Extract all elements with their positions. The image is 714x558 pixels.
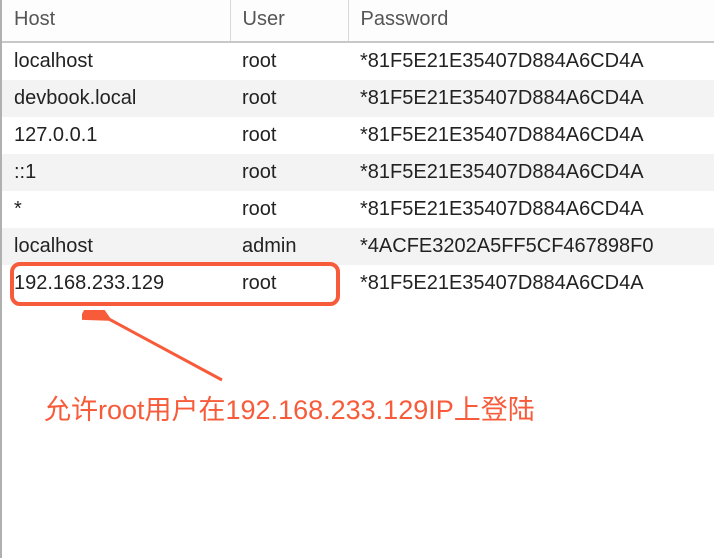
cell-user[interactable]: admin <box>230 228 348 265</box>
table-row[interactable]: localhost root *81F5E21E35407D884A6CD4A <box>2 42 714 80</box>
cell-host[interactable]: localhost <box>2 228 230 265</box>
cell-password[interactable]: *81F5E21E35407D884A6CD4A <box>348 117 714 154</box>
cell-host[interactable]: devbook.local <box>2 80 230 117</box>
cell-host[interactable]: ::1 <box>2 154 230 191</box>
cell-password[interactable]: *81F5E21E35407D884A6CD4A <box>348 154 714 191</box>
cell-user[interactable]: root <box>230 265 348 302</box>
table-header-row: Host User Password <box>2 0 714 42</box>
cell-password[interactable]: *81F5E21E35407D884A6CD4A <box>348 42 714 80</box>
cell-password[interactable]: *81F5E21E35407D884A6CD4A <box>348 265 714 302</box>
cell-user[interactable]: root <box>230 117 348 154</box>
annotation-arrow <box>82 310 242 390</box>
cell-user[interactable]: root <box>230 191 348 228</box>
cell-user[interactable]: root <box>230 42 348 80</box>
table-row[interactable]: localhost admin *4ACFE3202A5FF5CF467898F… <box>2 228 714 265</box>
header-user[interactable]: User <box>230 0 348 42</box>
cell-host[interactable]: 192.168.233.129 <box>2 265 230 302</box>
cell-user[interactable]: root <box>230 154 348 191</box>
table-row[interactable]: * root *81F5E21E35407D884A6CD4A <box>2 191 714 228</box>
table-row[interactable]: devbook.local root *81F5E21E35407D884A6C… <box>2 80 714 117</box>
cell-password[interactable]: *81F5E21E35407D884A6CD4A <box>348 191 714 228</box>
cell-password[interactable]: *4ACFE3202A5FF5CF467898F0 <box>348 228 714 265</box>
annotation-text: 允许root用户在192.168.233.129IP上登陆 <box>44 388 535 427</box>
user-host-table[interactable]: Host User Password localhost root *81F5E… <box>2 0 714 302</box>
table-row[interactable]: 127.0.0.1 root *81F5E21E35407D884A6CD4A <box>2 117 714 154</box>
table-row[interactable]: 192.168.233.129 root *81F5E21E35407D884A… <box>2 265 714 302</box>
cell-host[interactable]: localhost <box>2 42 230 80</box>
cell-user[interactable]: root <box>230 80 348 117</box>
header-host[interactable]: Host <box>2 0 230 42</box>
table-row[interactable]: ::1 root *81F5E21E35407D884A6CD4A <box>2 154 714 191</box>
cell-host[interactable]: 127.0.0.1 <box>2 117 230 154</box>
header-password[interactable]: Password <box>348 0 714 42</box>
cell-password[interactable]: *81F5E21E35407D884A6CD4A <box>348 80 714 117</box>
cell-host[interactable]: * <box>2 191 230 228</box>
